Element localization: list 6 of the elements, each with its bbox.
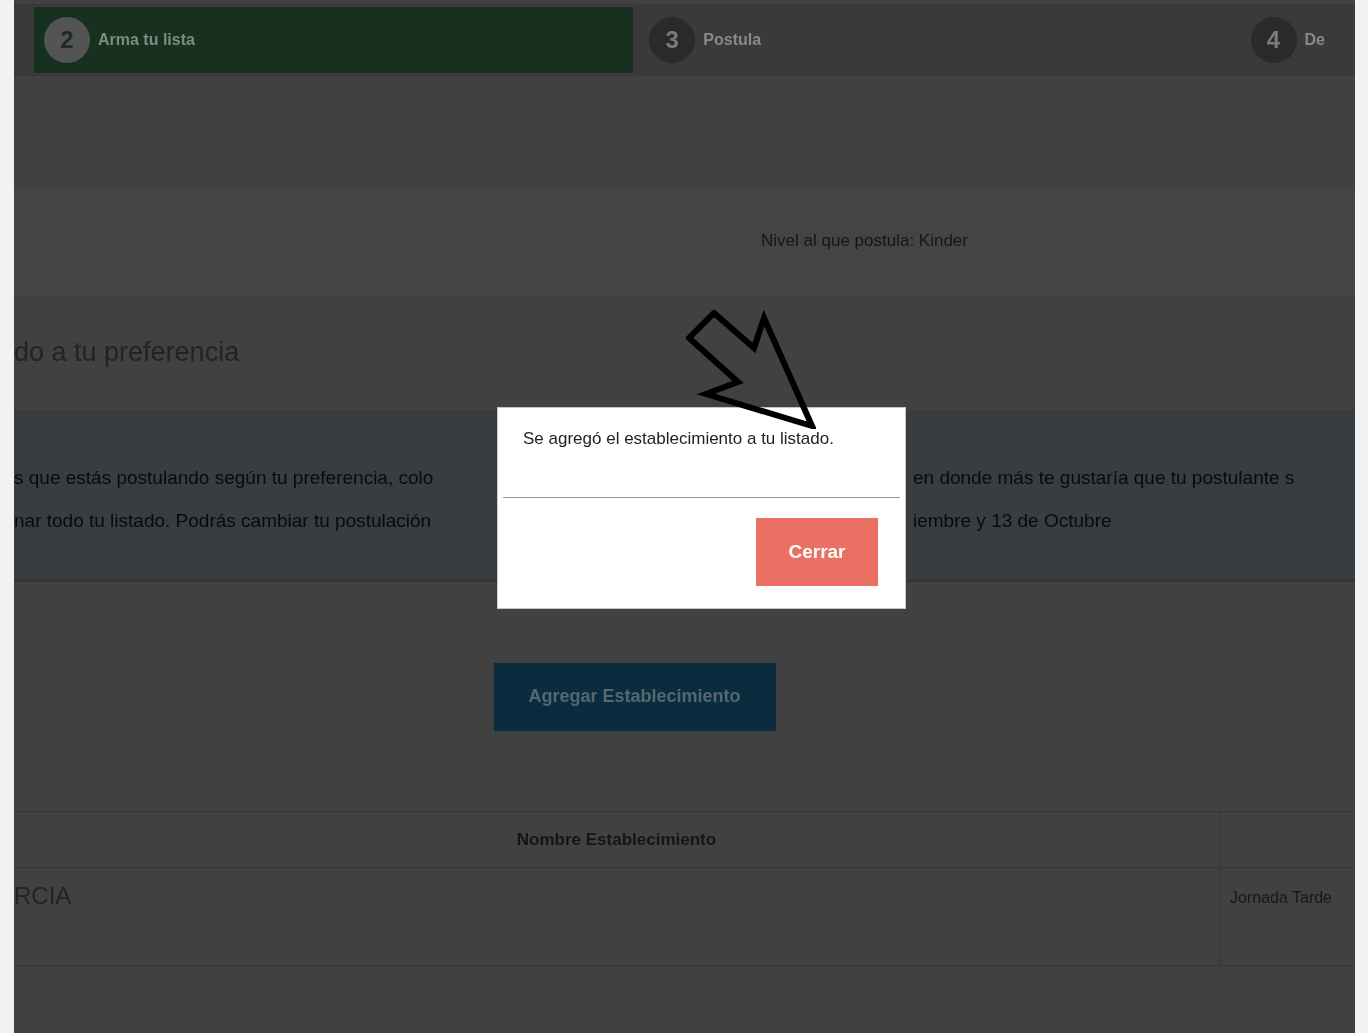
close-button[interactable]: Cerrar xyxy=(756,518,878,586)
arrow-icon xyxy=(686,310,816,432)
dialog-message: Se agregó el establecimiento a tu listado. xyxy=(523,429,834,448)
add-school-button[interactable]: Agregar Establecimiento xyxy=(493,662,776,731)
step-tab[interactable]: 3 Postula xyxy=(639,7,1241,73)
step-tab[interactable]: 4 De xyxy=(1240,7,1335,73)
